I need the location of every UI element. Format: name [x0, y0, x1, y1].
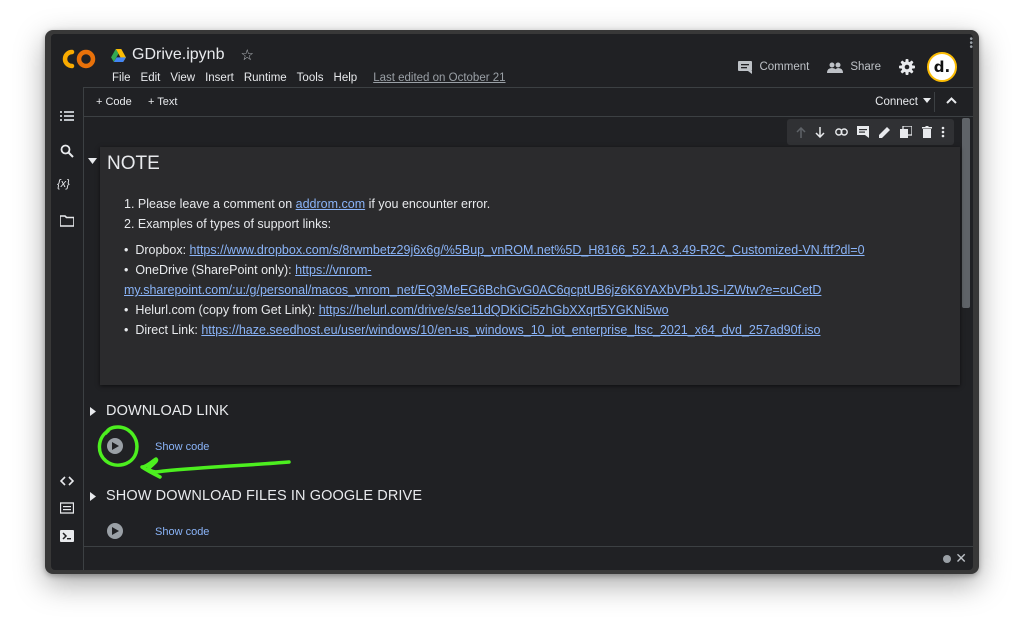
onedrive-link[interactable]: https://vnrom- — [295, 263, 371, 277]
menu-runtime[interactable]: Runtime — [239, 72, 292, 84]
notebook-title: GDrive.ipynb ☆ — [111, 46, 254, 64]
direct-link[interactable]: https://haze.seedhost.eu/user/windows/10… — [201, 323, 820, 337]
list-text: Examples of types of support links: — [137, 217, 332, 231]
delete-icon[interactable] — [921, 126, 932, 138]
section-title-download-link[interactable]: DOWNLOAD LINK — [106, 403, 229, 419]
section-expand-icon[interactable] — [90, 492, 96, 501]
browser-window: GDrive.ipynb ☆ File Edit View Insert Run… — [45, 30, 979, 574]
comment-icon — [738, 60, 753, 74]
more-vert-icon[interactable]: • • • — [969, 35, 973, 53]
edit-pencil-icon[interactable] — [878, 126, 891, 138]
dropbox-link[interactable]: https://www.dropbox.com/s/8rwmbetz29j6x6… — [190, 243, 865, 257]
search-icon[interactable] — [60, 144, 74, 158]
chevron-up-icon[interactable] — [946, 97, 957, 104]
move-down-icon[interactable] — [815, 126, 825, 138]
scrollbar-thumb[interactable] — [962, 118, 970, 308]
link-icon[interactable] — [834, 128, 848, 136]
comment-label: Comment — [759, 61, 810, 73]
mirror-cell-icon[interactable] — [900, 126, 913, 138]
variables-icon[interactable]: {x} — [57, 178, 70, 190]
menu-file[interactable]: File — [107, 72, 136, 84]
note-links-list: • Dropbox: https://www.dropbox.com/s/8rw… — [124, 240, 944, 340]
menu-insert[interactable]: Insert — [200, 72, 239, 84]
link-label: OneDrive (SharePoint only): — [135, 263, 296, 277]
folder-icon[interactable] — [60, 214, 74, 228]
status-indicator-icon[interactable] — [943, 555, 951, 563]
list-item-continuation: my.sharepoint.com/:u:/g/personal/macos_v… — [124, 280, 944, 300]
colab-app: GDrive.ipynb ☆ File Edit View Insert Run… — [51, 34, 973, 570]
list-text: if you encounter error. — [365, 197, 491, 211]
terminal-icon[interactable] — [60, 529, 74, 543]
cell-toolbar — [787, 119, 954, 145]
addrom-link[interactable]: addrom.com — [296, 197, 365, 211]
code-snippets-icon[interactable] — [60, 474, 74, 488]
section-expand-icon[interactable] — [90, 407, 96, 416]
list-item: • Helurl.com (copy from Get Link): https… — [124, 303, 669, 317]
command-palette-icon[interactable] — [60, 501, 74, 515]
link-label: Dropbox: — [135, 243, 190, 257]
avatar-letter: d. — [933, 58, 951, 76]
helurl-link[interactable]: https://helurl.com/drive/s/se11dQDKiCi5z… — [319, 303, 669, 317]
add-code-button[interactable]: + Code — [96, 96, 132, 108]
comment-button[interactable]: Comment — [738, 60, 810, 74]
gear-icon[interactable] — [899, 59, 915, 75]
comment-cell-icon[interactable] — [857, 126, 870, 138]
share-button[interactable]: Share — [827, 61, 881, 73]
section-title-show-download-files[interactable]: SHOW DOWNLOAD FILES IN GOOGLE DRIVE — [106, 488, 422, 504]
list-item: 2. Examples of types of support links: — [124, 217, 332, 231]
status-bar: ✕ — [84, 546, 973, 570]
link-label: Direct Link: — [135, 323, 202, 337]
link-label: Helurl.com (copy from Get Link): — [135, 303, 319, 317]
google-drive-icon[interactable] — [111, 48, 126, 62]
share-label: Share — [850, 61, 881, 73]
close-icon[interactable]: ✕ — [955, 550, 967, 567]
note-ordered-list: 1. Please leave a comment on addrom.com … — [124, 194, 490, 234]
list-item: • Dropbox: https://www.dropbox.com/s/8rw… — [124, 243, 865, 257]
table-of-contents-icon[interactable] — [60, 109, 74, 123]
list-text: Please leave a comment on — [137, 197, 296, 211]
header: GDrive.ipynb ☆ File Edit View Insert Run… — [51, 34, 973, 87]
people-icon — [827, 62, 844, 73]
note-heading: NOTE — [107, 153, 160, 174]
connect-button[interactable]: Connect — [875, 96, 918, 108]
avatar[interactable]: d. — [927, 52, 957, 82]
onedrive-link-continued[interactable]: my.sharepoint.com/:u:/g/personal/macos_v… — [124, 283, 821, 297]
header-actions: Comment Share d. — [720, 52, 957, 82]
colab-logo-icon[interactable] — [61, 48, 97, 70]
list-item: 1. Please leave a comment on addrom.com … — [124, 197, 491, 211]
notebook-name[interactable]: GDrive.ipynb — [132, 46, 224, 64]
menu-bar: File Edit View Insert Runtime Tools Help… — [107, 72, 511, 84]
notebook-toolbar: + Code + Text Connect — [84, 87, 973, 117]
menu-edit[interactable]: Edit — [136, 72, 166, 84]
menu-view[interactable]: View — [165, 72, 200, 84]
menu-tools[interactable]: Tools — [292, 72, 329, 84]
toolbar-divider — [934, 92, 935, 112]
section-collapse-icon[interactable] — [88, 158, 97, 164]
star-icon[interactable]: ☆ — [240, 46, 253, 64]
last-edited-link[interactable]: Last edited on October 21 — [368, 72, 510, 84]
run-cell-button[interactable] — [107, 523, 123, 539]
show-code-link[interactable]: Show code — [155, 526, 209, 538]
add-text-button[interactable]: + Text — [148, 96, 177, 108]
annotation-arrow-icon — [97, 425, 291, 479]
left-sidebar: {x} — [51, 87, 84, 570]
more-options-icon[interactable] — [941, 126, 945, 138]
list-item: • OneDrive (SharePoint only): https://vn… — [124, 263, 372, 277]
move-up-icon[interactable] — [796, 126, 806, 138]
list-item: • Direct Link: https://haze.seedhost.eu/… — [124, 323, 821, 337]
caret-down-icon[interactable] — [923, 98, 931, 103]
notebook-main: NOTE 1. Please leave a comment on addrom… — [84, 116, 973, 546]
play-icon — [112, 527, 119, 535]
menu-help[interactable]: Help — [329, 72, 363, 84]
